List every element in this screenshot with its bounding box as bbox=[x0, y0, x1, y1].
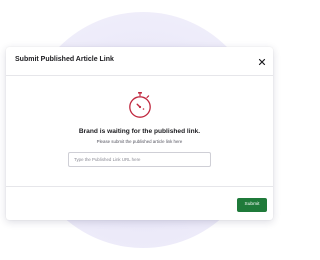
submit-link-dialog: Submit Published Article Link Brand is w… bbox=[6, 47, 273, 220]
published-link-url-input[interactable] bbox=[68, 152, 211, 167]
dialog-title: Submit Published Article Link bbox=[15, 56, 114, 63]
instruction-text: Please submit the published article link… bbox=[96, 139, 183, 144]
submit-button[interactable]: Submit bbox=[237, 198, 267, 212]
screen: Submit Published Article Link Brand is w… bbox=[0, 0, 281, 260]
dialog-header: Submit Published Article Link bbox=[6, 47, 273, 76]
waiting-heading: Brand is waiting for the published link. bbox=[78, 128, 201, 135]
dialog-footer: Submit bbox=[6, 186, 273, 221]
close-icon-glyph bbox=[258, 58, 266, 66]
close-icon[interactable] bbox=[256, 55, 268, 67]
stopwatch-icon bbox=[129, 92, 151, 118]
